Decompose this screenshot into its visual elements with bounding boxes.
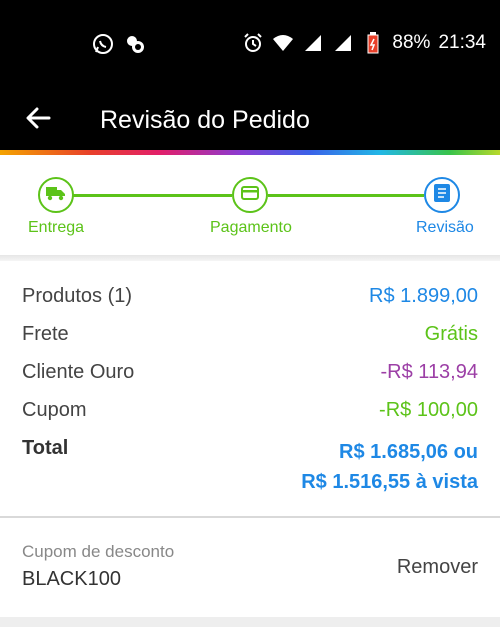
battery-icon (362, 32, 384, 54)
bottom-band (0, 617, 500, 627)
checkout-stepper: Entrega Pagamento Revisão (0, 155, 500, 255)
step-label-revisao[interactable]: Revisão (416, 219, 474, 237)
credit-card-icon (241, 185, 259, 205)
status-bar: 88% 21:34 (0, 0, 500, 90)
summary-row-cupom: Cupom -R$ 100,00 (22, 399, 478, 429)
whatsapp-icon (92, 33, 114, 55)
alarm-icon (242, 32, 264, 54)
step-label-entrega[interactable]: Entrega (28, 219, 84, 237)
remove-coupon-button[interactable]: Remover (397, 556, 478, 579)
back-button[interactable] (20, 102, 56, 138)
truck-icon (46, 185, 66, 206)
notification-icon (124, 33, 146, 55)
battery-percent: 88% (392, 32, 431, 53)
total-label: Total (22, 437, 69, 459)
summary-label: Cliente Ouro (22, 361, 135, 383)
total-value-line2: R$ 1.516,55 à vista (301, 471, 478, 493)
step-connector (72, 194, 232, 197)
clock-time: 21:34 (438, 32, 486, 53)
step-entrega[interactable] (38, 177, 74, 213)
summary-row-frete: Frete Grátis (22, 323, 478, 353)
step-label-pagamento[interactable]: Pagamento (210, 219, 292, 237)
summary-row-produtos: Produtos (1) R$ 1.899,00 (22, 285, 478, 315)
arrow-left-icon (25, 105, 51, 136)
summary-value: -R$ 113,94 (380, 361, 478, 383)
summary-row-total: Total R$ 1.685,06 ou R$ 1.516,55 à vista (22, 437, 478, 493)
total-value-line1: R$ 1.685,06 ou (339, 441, 478, 463)
summary-label: Cupom (22, 399, 87, 421)
coupon-label: Cupom de desconto (22, 542, 175, 561)
summary-value: R$ 1.899,00 (369, 285, 478, 307)
coupon-code: BLACK100 (22, 568, 121, 590)
status-bar-left (92, 33, 146, 55)
summary-label: Frete (22, 323, 69, 345)
list-icon (434, 183, 450, 207)
step-pagamento[interactable] (232, 177, 268, 213)
summary-row-cliente-ouro: Cliente Ouro -R$ 113,94 (22, 361, 478, 391)
app-bar: Revisão do Pedido (0, 90, 500, 150)
signal-icon (302, 32, 324, 54)
page-title: Revisão do Pedido (100, 106, 310, 134)
summary-value: Grátis (424, 323, 478, 345)
summary-value: -R$ 100,00 (379, 399, 478, 421)
summary-label: Produtos (1) (22, 285, 133, 307)
wifi-icon (272, 32, 294, 54)
order-summary: Produtos (1) R$ 1.899,00 Frete Grátis Cl… (0, 261, 500, 516)
step-connector (268, 194, 424, 197)
total-value: R$ 1.685,06 ou R$ 1.516,55 à vista (301, 437, 478, 497)
status-bar-right: 88% 21:34 (242, 32, 486, 54)
coupon-section: Cupom de desconto BLACK100 Remover (0, 518, 500, 618)
signal-icon (332, 32, 354, 54)
step-revisao[interactable] (424, 177, 460, 213)
